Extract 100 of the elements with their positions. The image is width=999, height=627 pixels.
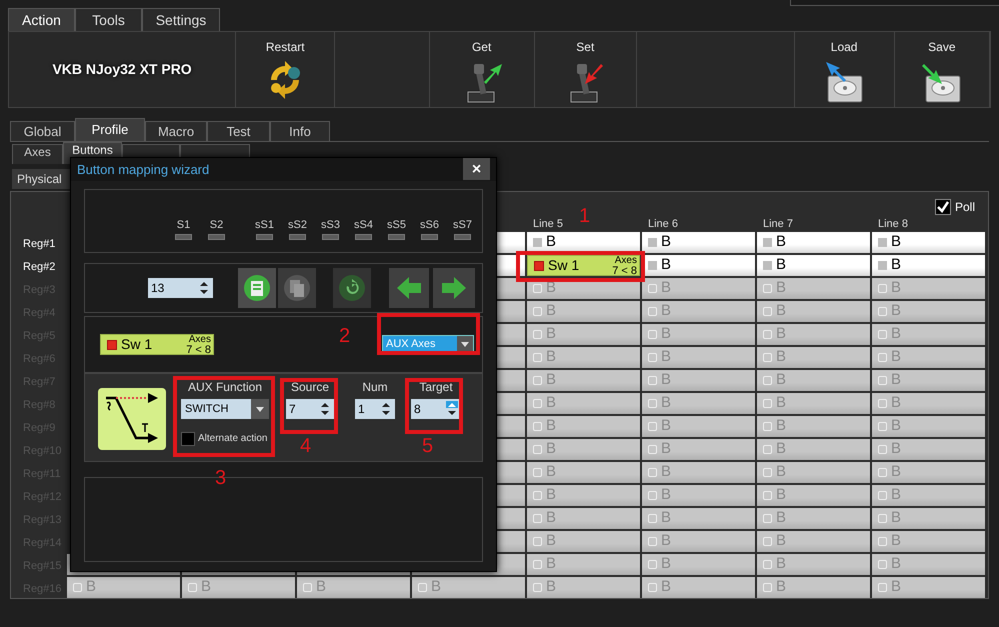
dropdown[interactable]: SWITCH xyxy=(181,399,269,419)
grid-cell[interactable]: B xyxy=(757,508,870,529)
grid-cell[interactable]: B xyxy=(757,370,870,391)
close-button[interactable]: × xyxy=(463,158,490,180)
tab[interactable]: Action xyxy=(8,8,75,31)
number-field[interactable]: 1 xyxy=(355,399,395,419)
grid-cell[interactable]: B xyxy=(757,439,870,460)
grid-cell[interactable]: B xyxy=(757,301,870,322)
tab[interactable]: Tools xyxy=(75,8,142,31)
grid-cell[interactable]: B xyxy=(642,255,755,276)
grid-cell[interactable]: B xyxy=(872,577,985,598)
number-field[interactable]: 13 xyxy=(148,278,213,298)
grid-cell[interactable]: B xyxy=(527,531,640,552)
grid-cell[interactable]: B xyxy=(872,508,985,529)
grid-cell[interactable]: B xyxy=(757,462,870,483)
grid-cell[interactable]: B xyxy=(527,462,640,483)
grid-cell[interactable]: B xyxy=(527,577,640,598)
grid-cell[interactable]: B xyxy=(757,347,870,368)
grid-cell[interactable]: B xyxy=(872,347,985,368)
grid-cell[interactable]: B xyxy=(642,278,755,299)
status-light-icon xyxy=(648,468,657,477)
toolbar-button[interactable]: Load xyxy=(830,38,858,56)
grid-cell[interactable]: B xyxy=(642,370,755,391)
toolbar-button[interactable]: Save xyxy=(928,38,956,56)
tab[interactable]: Axes xyxy=(12,144,63,164)
grid-cell[interactable]: B xyxy=(872,324,985,345)
number-field[interactable]: 7 xyxy=(286,399,334,419)
grid-cell[interactable]: B xyxy=(642,439,755,460)
grid-cell[interactable]: B xyxy=(757,324,870,345)
grid-cell[interactable]: B xyxy=(527,347,640,368)
grid-cell[interactable]: B xyxy=(527,393,640,414)
grid-cell[interactable]: B xyxy=(527,439,640,460)
status-light-icon xyxy=(418,583,427,592)
mapping-badge[interactable]: Sw 1 Axes 7 < 8 xyxy=(100,334,214,355)
tab[interactable]: Macro xyxy=(145,121,207,141)
checkbox[interactable] xyxy=(934,199,951,215)
grid-cell[interactable]: B xyxy=(872,416,985,437)
grid-cell[interactable]: B xyxy=(642,554,755,575)
grid-cell[interactable]: B xyxy=(642,531,755,552)
grid-cell[interactable]: B xyxy=(757,416,870,437)
grid-cell[interactable]: B xyxy=(642,485,755,506)
grid-cell[interactable]: B xyxy=(642,232,755,253)
grid-cell[interactable]: B xyxy=(757,577,870,598)
grid-cell[interactable]: B xyxy=(527,554,640,575)
grid-cell[interactable]: B xyxy=(67,577,180,598)
grid-cell[interactable]: B xyxy=(757,531,870,552)
shift-label: sS1 xyxy=(255,219,274,231)
grid-cell[interactable]: B xyxy=(872,554,985,575)
icon-button[interactable] xyxy=(333,268,371,308)
checkbox[interactable] xyxy=(181,432,195,446)
grid-cell[interactable]: B xyxy=(872,278,985,299)
grid-cell[interactable]: B xyxy=(527,324,640,345)
grid-cell[interactable]: B xyxy=(642,347,755,368)
icon-button[interactable] xyxy=(278,268,316,308)
grid-cell[interactable]: B xyxy=(642,462,755,483)
tab[interactable]: Profile xyxy=(75,118,145,141)
grid-cell[interactable]: B xyxy=(642,416,755,437)
grid-cell[interactable]: B xyxy=(527,485,640,506)
grid-cell[interactable]: B xyxy=(757,255,870,276)
icon-button[interactable] xyxy=(433,268,475,308)
status-light-icon xyxy=(648,307,657,316)
grid-cell[interactable]: B xyxy=(642,324,755,345)
tab[interactable]: Info xyxy=(270,121,330,141)
grid-cell[interactable]: B xyxy=(642,508,755,529)
grid-cell[interactable]: B xyxy=(872,393,985,414)
toolbar-button[interactable]: Get xyxy=(472,38,492,56)
grid-cell[interactable]: B xyxy=(297,577,410,598)
grid-cell[interactable]: B xyxy=(872,232,985,253)
grid-cell[interactable]: B xyxy=(872,462,985,483)
icon-button[interactable] xyxy=(389,268,429,308)
grid-cell[interactable]: B xyxy=(872,439,985,460)
grid-cell[interactable]: B xyxy=(527,301,640,322)
grid-cell[interactable]: B xyxy=(527,370,640,391)
tab[interactable]: Global xyxy=(10,121,75,141)
grid-cell[interactable]: B xyxy=(872,370,985,391)
grid-cell[interactable]: B xyxy=(527,508,640,529)
tab[interactable]: Test xyxy=(207,121,270,141)
toolbar-button[interactable]: Set xyxy=(576,38,594,56)
grid-cell[interactable]: B xyxy=(872,255,985,276)
grid-cell[interactable]: B xyxy=(642,393,755,414)
grid-cell[interactable]: B xyxy=(757,278,870,299)
toolbar-button[interactable]: Restart xyxy=(266,38,305,56)
grid-cell[interactable]: B xyxy=(872,531,985,552)
grid-cell[interactable]: B xyxy=(757,393,870,414)
grid-cell[interactable]: B xyxy=(757,554,870,575)
number-field[interactable]: 8 xyxy=(411,399,461,419)
grid-cell[interactable]: B xyxy=(412,577,525,598)
icon-button[interactable] xyxy=(238,268,276,308)
mapping-badge[interactable]: Sw 1 Axes 7 < 8 xyxy=(527,255,640,276)
grid-cell[interactable]: B xyxy=(642,301,755,322)
row-label: Reg#2 xyxy=(23,260,56,272)
grid-cell[interactable]: B xyxy=(182,577,295,598)
grid-cell[interactable]: B xyxy=(527,232,640,253)
grid-cell[interactable]: B xyxy=(872,485,985,506)
tab[interactable]: Settings xyxy=(142,8,220,31)
grid-cell[interactable]: B xyxy=(527,416,640,437)
grid-cell[interactable]: B xyxy=(642,577,755,598)
grid-cell[interactable]: B xyxy=(872,301,985,322)
grid-cell[interactable]: B xyxy=(757,232,870,253)
grid-cell[interactable]: B xyxy=(757,485,870,506)
